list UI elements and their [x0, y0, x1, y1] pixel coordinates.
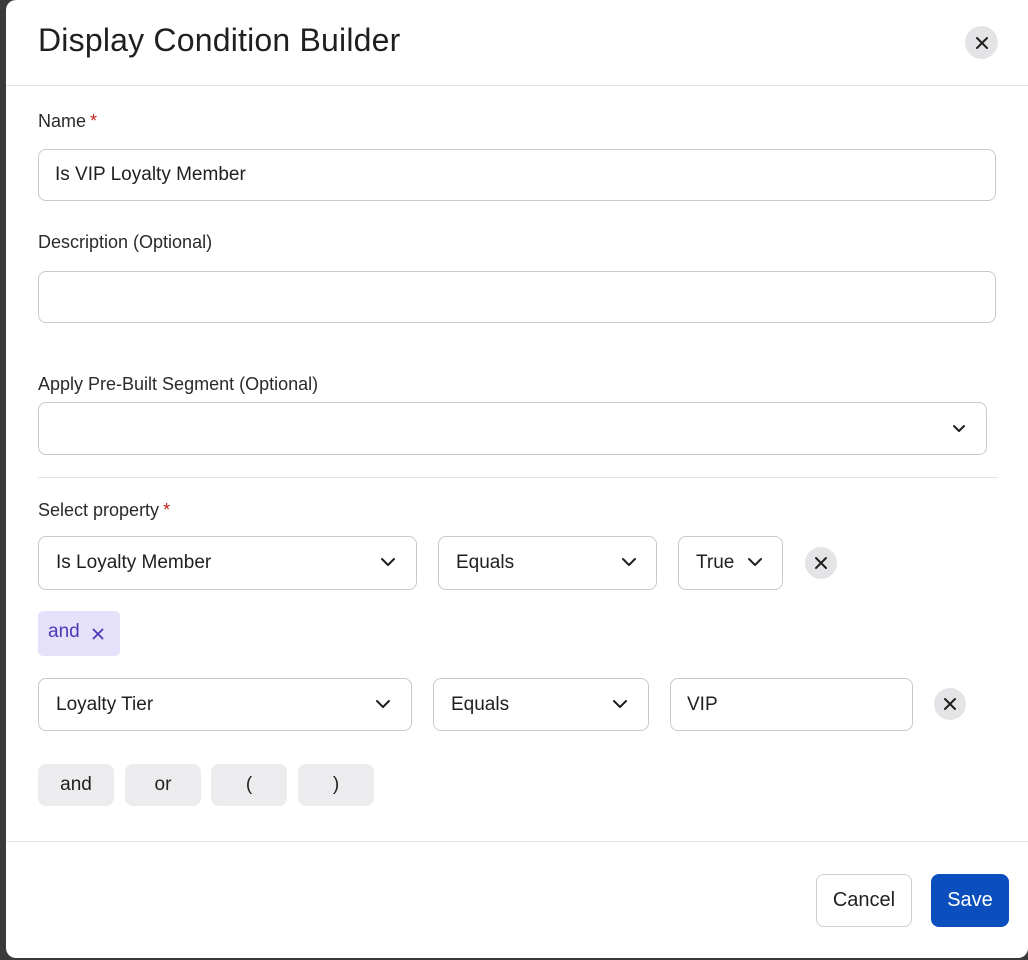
property-label: Select property * [38, 500, 171, 520]
save-button[interactable]: Save [931, 874, 1009, 927]
chevron-down-icon [953, 424, 965, 432]
remove-connector-icon[interactable] [92, 628, 104, 640]
dialog-title: Display Condition Builder [38, 22, 401, 58]
description-input[interactable] [38, 271, 996, 323]
condition-2-property-select[interactable]: Loyalty Tier [38, 678, 412, 731]
segment-label: Apply Pre-Built Segment (Optional) [38, 374, 319, 394]
condition-1-value: True [696, 552, 735, 573]
name-input[interactable] [38, 149, 996, 201]
chevron-down-icon [376, 699, 390, 708]
connector-chip[interactable]: and [38, 611, 120, 656]
description-label: Description (Optional) [38, 232, 213, 252]
required-marker: * [163, 500, 171, 520]
condition-2-value-input[interactable] [670, 678, 913, 731]
section-divider [38, 477, 998, 478]
condition-1-operator-value: Equals [456, 552, 515, 573]
condition-2-property-value: Loyalty Tier [56, 693, 154, 715]
remove-condition-2-button[interactable] [934, 688, 966, 720]
add-or-button[interactable]: or [125, 764, 201, 806]
remove-condition-1-button[interactable] [805, 547, 837, 579]
chevron-down-icon [381, 558, 395, 566]
footer-divider [6, 841, 1028, 842]
close-icon [975, 36, 988, 49]
condition-1-operator-select[interactable]: Equals [438, 536, 657, 590]
chevron-down-icon [748, 558, 762, 566]
condition-1-value-select[interactable]: True [678, 536, 783, 590]
connector-chip-label: and [48, 621, 80, 642]
segment-select[interactable] [38, 402, 987, 455]
chevron-down-icon [613, 699, 627, 708]
add-close-paren-button[interactable]: ) [298, 764, 374, 806]
condition-1-property-value: Is Loyalty Member [56, 552, 212, 573]
close-dialog-button[interactable] [965, 26, 998, 59]
condition-1-property-select[interactable]: Is Loyalty Member [38, 536, 417, 590]
required-marker: * [90, 111, 98, 131]
remove-icon [944, 698, 956, 710]
condition-2-operator-value: Equals [451, 693, 510, 715]
add-open-paren-button[interactable]: ( [211, 764, 287, 806]
cancel-button[interactable]: Cancel [816, 874, 912, 927]
name-label: Name * [38, 111, 98, 131]
condition-2-operator-select[interactable]: Equals [433, 678, 649, 731]
dialog-header: Display Condition Builder [6, 0, 1028, 86]
remove-icon [815, 557, 827, 569]
chevron-down-icon [622, 558, 636, 566]
condition-builder-dialog: Display Condition Builder Name* Descript… [6, 0, 1028, 958]
add-and-button[interactable]: and [38, 764, 114, 806]
